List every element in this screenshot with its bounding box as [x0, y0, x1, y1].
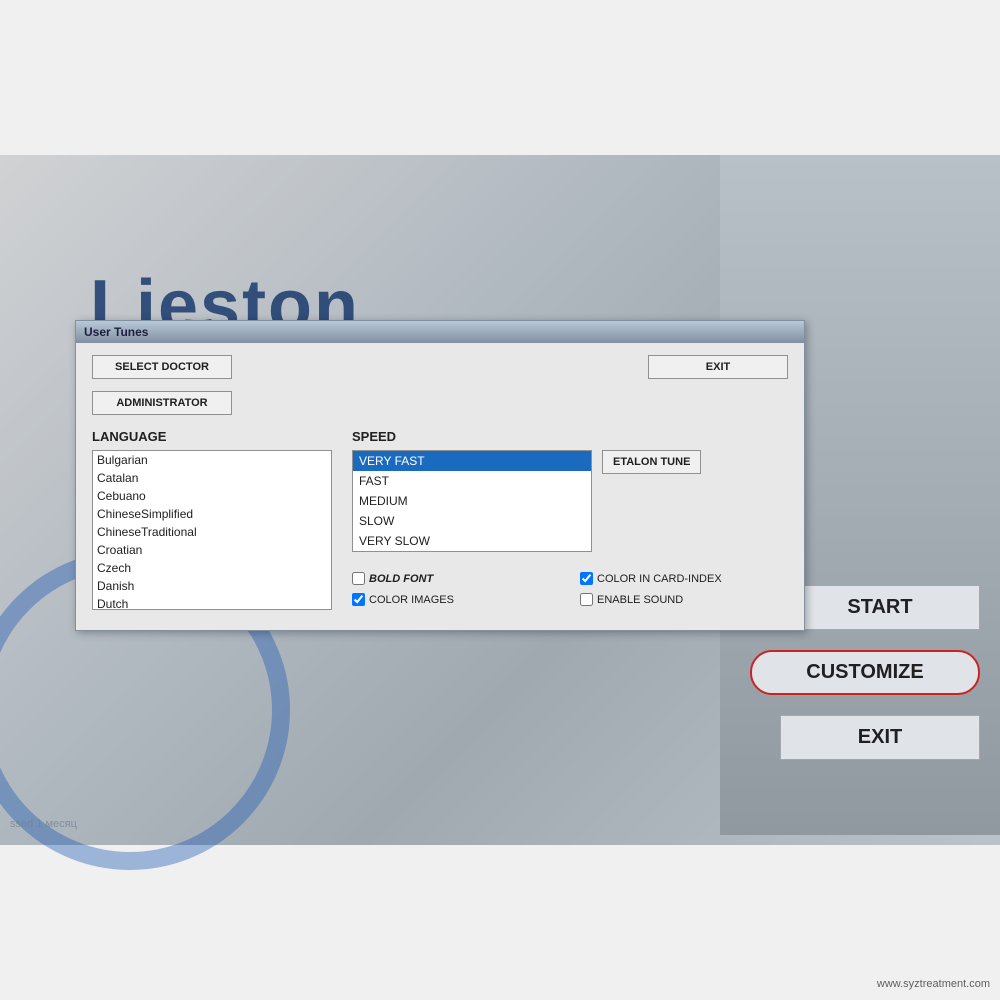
speed-item[interactable]: VERY FAST [353, 451, 591, 471]
enable-sound-checkbox[interactable] [580, 593, 593, 606]
language-item[interactable]: ChineseTraditional [93, 523, 331, 541]
dialog-body: SELECT DOCTOR EXIT ADMINISTRATOR LANGUAG… [76, 343, 804, 630]
dialog-top-row: SELECT DOCTOR EXIT [92, 355, 788, 379]
dialog-exit-button[interactable]: EXIT [648, 355, 788, 379]
administrator-button[interactable]: ADMINISTRATOR [92, 391, 232, 415]
user-tunes-dialog: User Tunes SELECT DOCTOR EXIT ADMINISTRA… [75, 320, 805, 631]
color-card-index-text: COLOR IN CARD-INDEX [597, 573, 722, 585]
bold-font-text: BOLD FONT [369, 573, 433, 585]
color-card-index-checkbox[interactable] [580, 572, 593, 585]
customize-button[interactable]: CUSTOMIZE [750, 650, 980, 695]
language-item[interactable]: Dutch [93, 595, 331, 610]
language-item[interactable]: Danish [93, 577, 331, 595]
language-item[interactable]: ChineseSimplified [93, 505, 331, 523]
watermark-text: ssed 1 месяц [10, 818, 77, 830]
color-images-checkbox-label[interactable]: COLOR IMAGES [352, 593, 560, 606]
top-white-area [0, 0, 1000, 155]
language-item[interactable]: Cebuano [93, 487, 331, 505]
enable-sound-text: ENABLE SOUND [597, 594, 683, 606]
enable-sound-checkbox-label[interactable]: ENABLE SOUND [580, 593, 788, 606]
bold-font-checkbox-label[interactable]: BOLD FONT [352, 572, 560, 585]
select-doctor-button[interactable]: SELECT DOCTOR [92, 355, 232, 379]
language-listbox[interactable]: BulgarianCatalanCebuanoChineseSimplified… [92, 450, 332, 610]
language-item[interactable]: Bulgarian [93, 451, 331, 469]
dialog-columns: LANGUAGE BulgarianCatalanCebuanoChineseS… [92, 429, 788, 610]
speed-label: SPEED [352, 429, 788, 444]
color-card-index-checkbox-label[interactable]: COLOR IN CARD-INDEX [580, 572, 788, 585]
checkboxes-section: BOLD FONT COLOR IN CARD-INDEX COLOR IMAG… [352, 572, 788, 606]
speed-listbox[interactable]: VERY FASTFASTMEDIUMSLOWVERY SLOW [352, 450, 592, 552]
exit-outer-button[interactable]: EXIT [780, 715, 980, 760]
speed-item[interactable]: VERY SLOW [353, 531, 591, 551]
language-item[interactable]: Catalan [93, 469, 331, 487]
speed-item[interactable]: MEDIUM [353, 491, 591, 511]
etalon-tune-button[interactable]: ETALON TUNE [602, 450, 701, 474]
website-text: www.syztreatment.com [877, 978, 990, 990]
language-item[interactable]: Croatian [93, 541, 331, 559]
speed-item[interactable]: SLOW [353, 511, 591, 531]
color-images-checkbox[interactable] [352, 593, 365, 606]
start-button[interactable]: START [780, 585, 980, 630]
language-section: LANGUAGE BulgarianCatalanCebuanoChineseS… [92, 429, 332, 610]
dialog-title: User Tunes [84, 325, 148, 339]
bold-font-checkbox[interactable] [352, 572, 365, 585]
color-images-text: COLOR IMAGES [369, 594, 454, 606]
speed-item[interactable]: FAST [353, 471, 591, 491]
language-item[interactable]: Czech [93, 559, 331, 577]
dialog-titlebar: User Tunes [76, 321, 804, 343]
speed-section: SPEED VERY FASTFASTMEDIUMSLOWVERY SLOW E… [352, 429, 788, 610]
speed-row: VERY FASTFASTMEDIUMSLOWVERY SLOW ETALON … [352, 450, 788, 562]
language-label: LANGUAGE [92, 429, 332, 444]
